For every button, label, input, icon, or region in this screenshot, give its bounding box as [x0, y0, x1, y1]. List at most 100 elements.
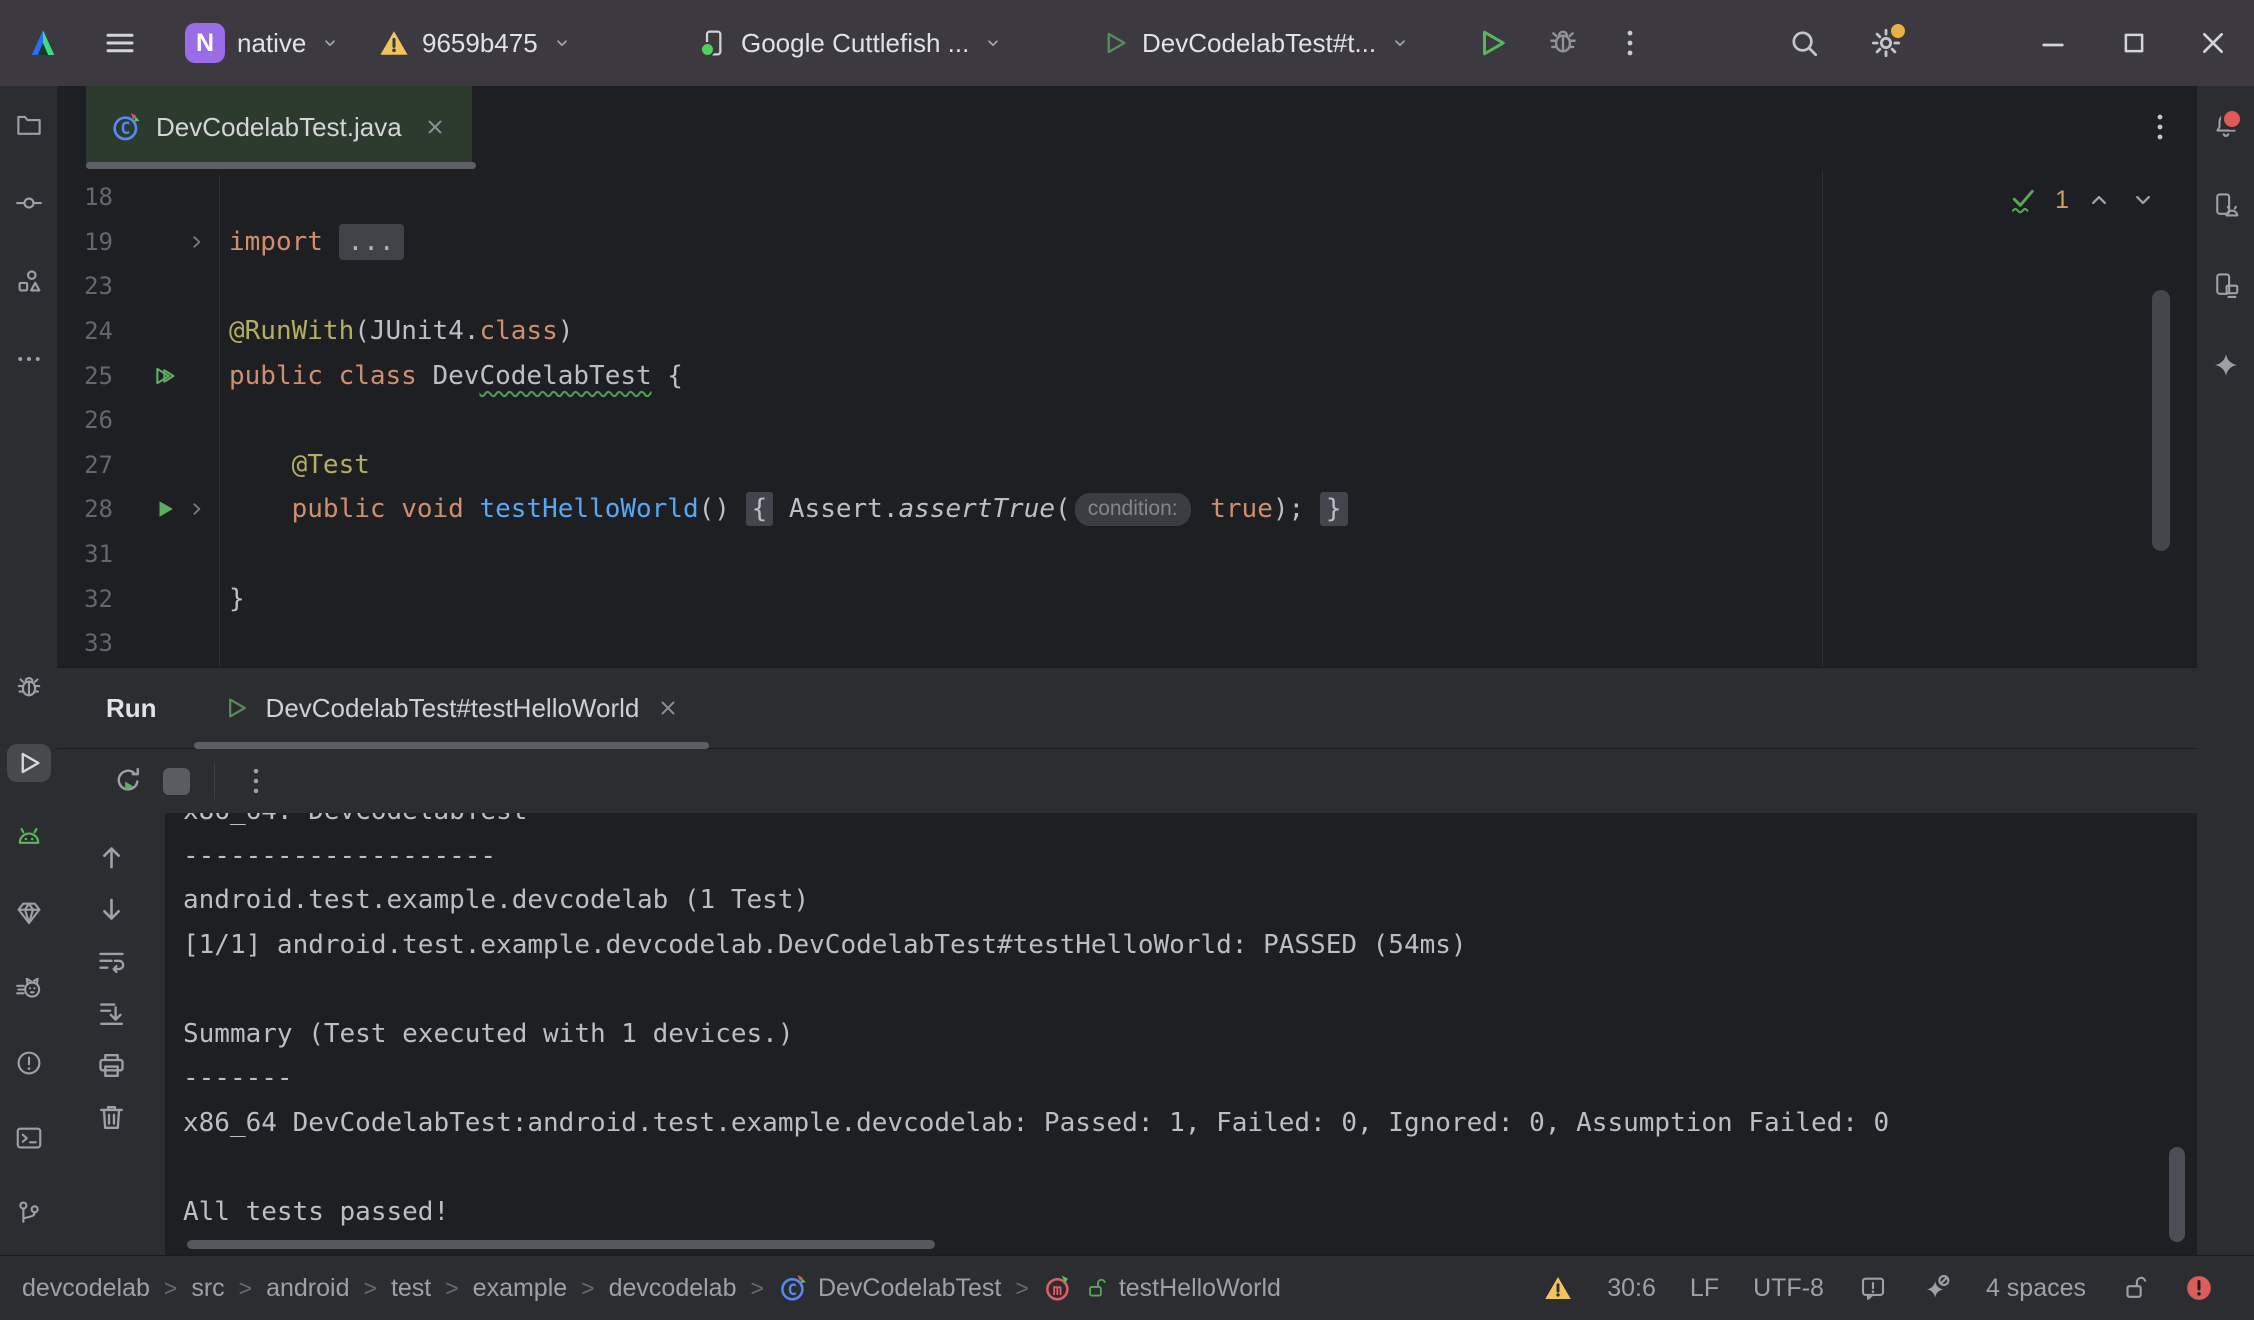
next-highlight-icon[interactable] [2129, 186, 2157, 214]
breadcrumb-item-example[interactable]: example [473, 1274, 568, 1303]
fold-collapsed-icon[interactable] [186, 231, 208, 253]
breadcrumb-item-devcodelab[interactable]: devcodelab [609, 1274, 737, 1303]
breadcrumb-separator-icon: > [239, 1275, 252, 1302]
minimize-button[interactable] [2037, 27, 2069, 59]
tab-close-icon[interactable] [422, 114, 448, 140]
maximize-button[interactable] [2119, 28, 2149, 58]
tool-stripe-device-mirror-button[interactable] [2204, 266, 2248, 304]
analysis-warning-icon[interactable] [1543, 1273, 1573, 1303]
editor-tab-devcodelabtest[interactable]: C DevCodelabTest.java [86, 86, 472, 168]
unlock-icon[interactable] [2120, 1273, 2150, 1303]
rerun-button[interactable] [111, 764, 145, 798]
code-line-18[interactable]: 18 [57, 175, 2197, 220]
code-line-23[interactable]: 23 [57, 264, 2197, 309]
tool-stripe-notifications-button[interactable] [2204, 106, 2248, 144]
tool-stripe-commit-button[interactable] [7, 184, 51, 222]
line-separator[interactable]: LF [1690, 1274, 1719, 1303]
test-console[interactable]: x86_64: DevCodelabTest------------------… [165, 813, 2197, 1256]
breadcrumb-item-testHelloWorld[interactable]: mtestHelloWorld [1043, 1273, 1281, 1303]
tab-scroll-indicator[interactable] [86, 162, 476, 169]
gutter[interactable] [113, 271, 219, 301]
gutter[interactable] [113, 227, 219, 257]
run-tab[interactable]: DevCodelabTest#testHelloWorld [194, 668, 710, 748]
gutter[interactable] [113, 182, 219, 212]
indent-setting[interactable]: 4 spaces [1986, 1274, 2086, 1303]
clear-icon[interactable] [95, 1101, 128, 1134]
arrow-down-icon[interactable] [95, 893, 128, 926]
debug-button[interactable] [1546, 26, 1580, 60]
console-horizontal-scrollbar[interactable] [187, 1240, 935, 1249]
code-line-26[interactable]: 26 [57, 398, 2197, 443]
inspections-widget[interactable]: 1 [2007, 184, 2157, 216]
gutter[interactable] [113, 450, 219, 480]
tool-stripe-logcat-button[interactable] [7, 819, 51, 857]
android-studio-logo-icon [25, 25, 61, 61]
code-line-25[interactable]: 25public class DevCodelabTest { [57, 353, 2197, 398]
tool-stripe-gemini-button[interactable] [2204, 346, 2248, 384]
vcs-widget[interactable]: 9659b475 [378, 0, 574, 86]
project-widget[interactable]: N native [185, 0, 342, 86]
tab-options-kebab-icon[interactable] [2143, 110, 2177, 144]
error-notification-badge[interactable] [2184, 1273, 2214, 1303]
tool-stripe-problems-button[interactable] [7, 1044, 51, 1082]
tool-stripe-project-button[interactable] [7, 106, 51, 144]
run-method-icon[interactable] [153, 496, 179, 522]
editor-vertical-scrollbar[interactable] [2152, 290, 2170, 551]
device-name: Google Cuttlefish ... [741, 28, 969, 59]
code-line-31[interactable]: 31 [57, 532, 2197, 577]
stop-button[interactable] [163, 768, 190, 795]
todo-bubble-icon[interactable] [1858, 1273, 1888, 1303]
tool-stripe-run-button[interactable] [7, 744, 51, 782]
gutter[interactable] [113, 405, 219, 435]
tool-stripe-terminal-button[interactable] [7, 1119, 51, 1157]
tool-stripe-version-control-button[interactable] [7, 1194, 51, 1232]
tool-stripe-structure-button[interactable] [7, 262, 51, 300]
fold-collapsed-icon[interactable] [186, 498, 208, 520]
gutter[interactable] [113, 361, 219, 391]
main-menu-button[interactable] [103, 26, 137, 60]
breadcrumb-item-src[interactable]: src [191, 1274, 224, 1303]
breadcrumb-item-DevCodelabTest[interactable]: CDevCodelabTest [778, 1273, 1001, 1303]
breadcrumb-item-devcodelab[interactable]: devcodelab [22, 1274, 150, 1303]
notification-badge [2221, 108, 2243, 130]
soft-wrap-icon[interactable] [95, 945, 128, 978]
gutter[interactable] [113, 316, 219, 346]
code-line-32[interactable]: 32} [57, 576, 2197, 621]
settings-button[interactable] [1868, 25, 1904, 61]
tool-stripe-app-quality-insights-button[interactable] [7, 894, 51, 932]
gutter[interactable] [113, 539, 219, 569]
scroll-end-icon[interactable] [95, 997, 128, 1030]
search-everywhere-button[interactable] [1787, 26, 1821, 60]
code-line-24[interactable]: 24@RunWith(JUnit4.class) [57, 309, 2197, 354]
device-selector[interactable]: Google Cuttlefish ... [697, 0, 1005, 86]
run-button[interactable] [1474, 25, 1510, 61]
run-options-kebab-icon[interactable] [239, 764, 273, 798]
gemini-disabled-icon[interactable] [1922, 1273, 1952, 1303]
code-line-27[interactable]: 27 @Test [57, 443, 2197, 488]
run-tab-close-icon[interactable] [655, 695, 681, 721]
tool-stripe-more-tools-button[interactable] [7, 340, 51, 378]
gutter[interactable] [113, 628, 219, 658]
more-actions-button[interactable] [1613, 26, 1647, 60]
tool-stripe-debug-button[interactable] [7, 669, 51, 707]
previous-highlight-icon[interactable] [2085, 186, 2113, 214]
code-line-28[interactable]: 28 public void testHelloWorld() { Assert… [57, 487, 2197, 532]
run-configuration-selector[interactable]: DevCodelabTest#t... [1100, 0, 1412, 86]
arrow-up-icon[interactable] [95, 841, 128, 874]
tool-stripe-running-devices-button[interactable] [2204, 186, 2248, 224]
breadcrumb-item-android[interactable]: android [266, 1274, 349, 1303]
code-line-19[interactable]: 19import ... [57, 220, 2197, 265]
close-button[interactable] [2197, 27, 2229, 59]
console-vertical-scrollbar[interactable] [2169, 1147, 2185, 1242]
run-class-icon[interactable] [153, 363, 179, 389]
tool-stripe-profiler-button[interactable] [7, 969, 51, 1007]
print-icon[interactable] [95, 1049, 128, 1082]
gutter[interactable] [113, 494, 219, 524]
code-line-33[interactable]: 33 [57, 621, 2197, 666]
code-editor[interactable]: 1819import ...2324@RunWith(JUnit4.class)… [57, 170, 2197, 667]
gutter[interactable] [113, 584, 219, 614]
caret-position[interactable]: 30:6 [1607, 1274, 1656, 1303]
breadcrumb-item-test[interactable]: test [391, 1274, 431, 1303]
breadcrumb-separator-icon: > [364, 1275, 377, 1302]
file-encoding[interactable]: UTF-8 [1753, 1274, 1824, 1303]
